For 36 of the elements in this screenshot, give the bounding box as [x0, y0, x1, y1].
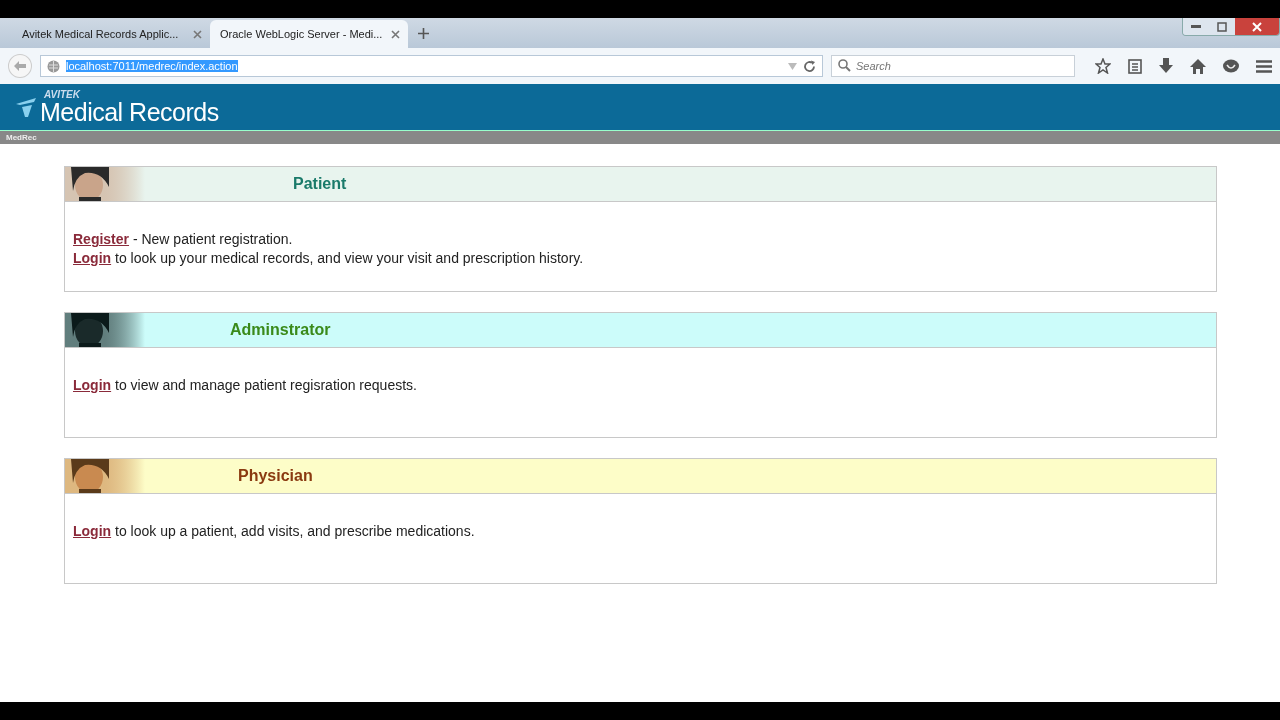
description-text: Login to look up a patient, add visits, and prescribe medications. [73, 522, 476, 541]
new-tab-icon[interactable] [418, 28, 429, 39]
browser-tab[interactable]: Oracle WebLogic Server - Medi... [210, 20, 408, 48]
description-text: Login to look up your medical records, and view your visit and prescription history. [73, 249, 585, 268]
description-text: Login to view and manage patient regisration requests. [73, 376, 418, 395]
close-icon[interactable] [391, 29, 400, 39]
menu-icon[interactable] [1256, 59, 1272, 73]
close-icon [1252, 21, 1262, 32]
close-icon[interactable] [193, 29, 202, 39]
close-button[interactable] [1235, 18, 1279, 35]
search-field[interactable]: Search [831, 55, 1075, 77]
breadcrumb: MedRec [6, 133, 37, 142]
restore-button[interactable] [1209, 18, 1235, 35]
login-link[interactable]: Register [73, 231, 130, 247]
back-arrow-icon [12, 60, 27, 72]
login-link[interactable]: Login [73, 250, 112, 266]
globe-icon [46, 59, 60, 73]
clipboard-icon[interactable] [1128, 58, 1142, 74]
home-icon[interactable] [1190, 58, 1206, 74]
description-text: Register - New patient registration. [73, 230, 294, 249]
app-title: Medical Records [40, 99, 219, 125]
chat-icon[interactable] [1223, 58, 1239, 74]
download-icon[interactable] [1159, 58, 1173, 74]
restore-icon [1217, 21, 1227, 32]
section-title: Patient [293, 175, 347, 193]
star-icon[interactable] [1095, 58, 1111, 74]
brand-name: AVITEK [44, 89, 81, 100]
search-icon [838, 59, 851, 72]
section-title: Physician [238, 467, 313, 485]
browser-tab[interactable]: Avitek Medical Records Applic... [12, 20, 210, 48]
section-title: Adminstrator [230, 321, 331, 339]
reload-icon[interactable] [803, 59, 816, 73]
login-link[interactable]: Login [73, 377, 112, 393]
minimize-icon [1191, 25, 1201, 28]
login-link[interactable]: Login [73, 523, 112, 539]
minimize-button[interactable] [1183, 18, 1209, 35]
